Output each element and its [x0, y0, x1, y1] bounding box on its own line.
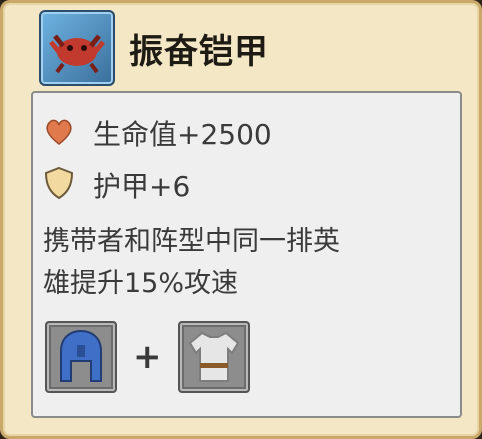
- description-line-2: 雄提升15%攻速: [43, 268, 239, 299]
- recipe-slot-tunic[interactable]: [177, 321, 250, 395]
- stat-hp-text: 生命值+2500: [93, 118, 272, 151]
- stat-row-armor: 护甲+6: [43, 165, 190, 205]
- item-name: 振奋铠甲: [129, 31, 269, 72]
- cloth-tunic-icon: [180, 327, 248, 395]
- heart-icon: [43, 115, 75, 151]
- recipe-slot-helmet[interactable]: [45, 321, 117, 393]
- recipe-plus: +: [133, 337, 162, 377]
- helmet-icon: [47, 327, 115, 395]
- shield-icon: [43, 166, 75, 204]
- description-line-1: 携带者和阵型中同一排英: [43, 226, 340, 257]
- item-tooltip-card: 振奋铠甲 生命值+2500 护甲+6 携带者和阵型中同一排英 雄提升15%攻速: [0, 0, 482, 439]
- item-description: 携带者和阵型中同一排英 雄提升15%攻速: [43, 221, 453, 305]
- recipe-row: +: [45, 321, 250, 393]
- stat-row-hp: 生命值+2500: [43, 113, 272, 153]
- crab-armor-icon: [39, 10, 115, 86]
- item-details-panel: 生命值+2500 护甲+6 携带者和阵型中同一排英 雄提升15%攻速 +: [31, 91, 462, 418]
- item-header: 振奋铠甲: [39, 9, 269, 87]
- stat-armor-text: 护甲+6: [93, 170, 191, 203]
